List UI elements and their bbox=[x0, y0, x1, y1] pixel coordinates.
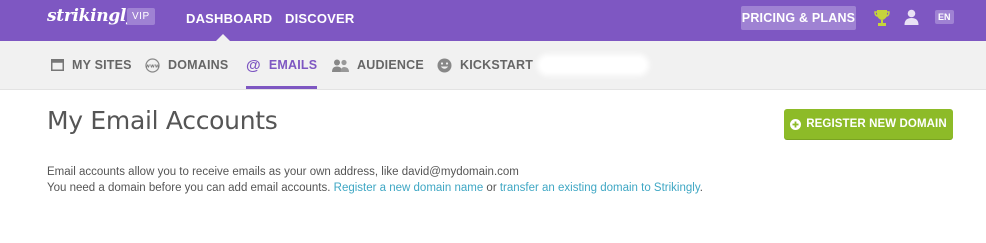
tab-domains[interactable]: www DOMAINS bbox=[145, 41, 228, 89]
www-icon: www bbox=[145, 57, 160, 73]
active-nav-caret bbox=[216, 34, 230, 41]
user-icon[interactable] bbox=[904, 9, 919, 25]
or-text: or bbox=[483, 182, 500, 194]
strikingly-logo[interactable]: strikingly bbox=[47, 6, 136, 26]
active-tab-underline bbox=[246, 86, 318, 89]
smiley-icon bbox=[437, 58, 452, 73]
period-text: . bbox=[699, 182, 703, 194]
domain-required-prefix: You need a domain before you can add ema… bbox=[47, 182, 334, 194]
trophy-icon[interactable] bbox=[874, 9, 890, 27]
tab-kickstart[interactable]: KICKSTART bbox=[437, 41, 533, 89]
vip-badge: VIP bbox=[127, 8, 155, 25]
top-bar: strikingly VIP DASHBOARD DISCOVER PRICIN… bbox=[0, 0, 986, 41]
tab-audience[interactable]: AUDIENCE bbox=[332, 41, 424, 89]
tab-label: EMAILS bbox=[268, 58, 318, 72]
window-icon bbox=[51, 59, 64, 71]
pricing-plans-button[interactable]: PRICING & PLANS bbox=[741, 6, 856, 30]
tab-label: MY SITES bbox=[72, 58, 132, 72]
tab-label: DOMAINS bbox=[168, 58, 229, 72]
language-selector[interactable]: EN bbox=[935, 10, 954, 24]
tab-label: AUDIENCE bbox=[357, 58, 424, 72]
register-domain-link[interactable]: Register a new domain name bbox=[334, 182, 484, 194]
register-new-domain-button[interactable]: REGISTER NEW DOMAIN bbox=[784, 109, 953, 139]
tab-emails[interactable]: @ EMAILS bbox=[246, 41, 318, 89]
nav-discover[interactable]: DISCOVER bbox=[285, 11, 355, 26]
sub-navigation: MY SITES www DOMAINS @ EMAILS AUDIENCE K… bbox=[0, 41, 986, 90]
at-icon: @ bbox=[246, 56, 261, 74]
tab-label: KICKSTART bbox=[460, 58, 534, 72]
people-icon bbox=[332, 59, 349, 72]
nav-dashboard[interactable]: DASHBOARD bbox=[186, 11, 272, 26]
email-info-text: Email accounts allow you to receive emai… bbox=[47, 166, 519, 178]
page-title: My Email Accounts bbox=[47, 106, 278, 135]
redacted-area bbox=[541, 58, 645, 72]
register-button-label: REGISTER NEW DOMAIN bbox=[806, 118, 947, 130]
domain-required-text: You need a domain before you can add ema… bbox=[47, 182, 703, 194]
transfer-domain-link[interactable]: transfer an existing domain to Strikingl… bbox=[500, 182, 700, 194]
tab-my-sites[interactable]: MY SITES bbox=[51, 41, 132, 89]
plus-circle-icon bbox=[790, 118, 802, 130]
svg-text:www: www bbox=[145, 63, 160, 69]
